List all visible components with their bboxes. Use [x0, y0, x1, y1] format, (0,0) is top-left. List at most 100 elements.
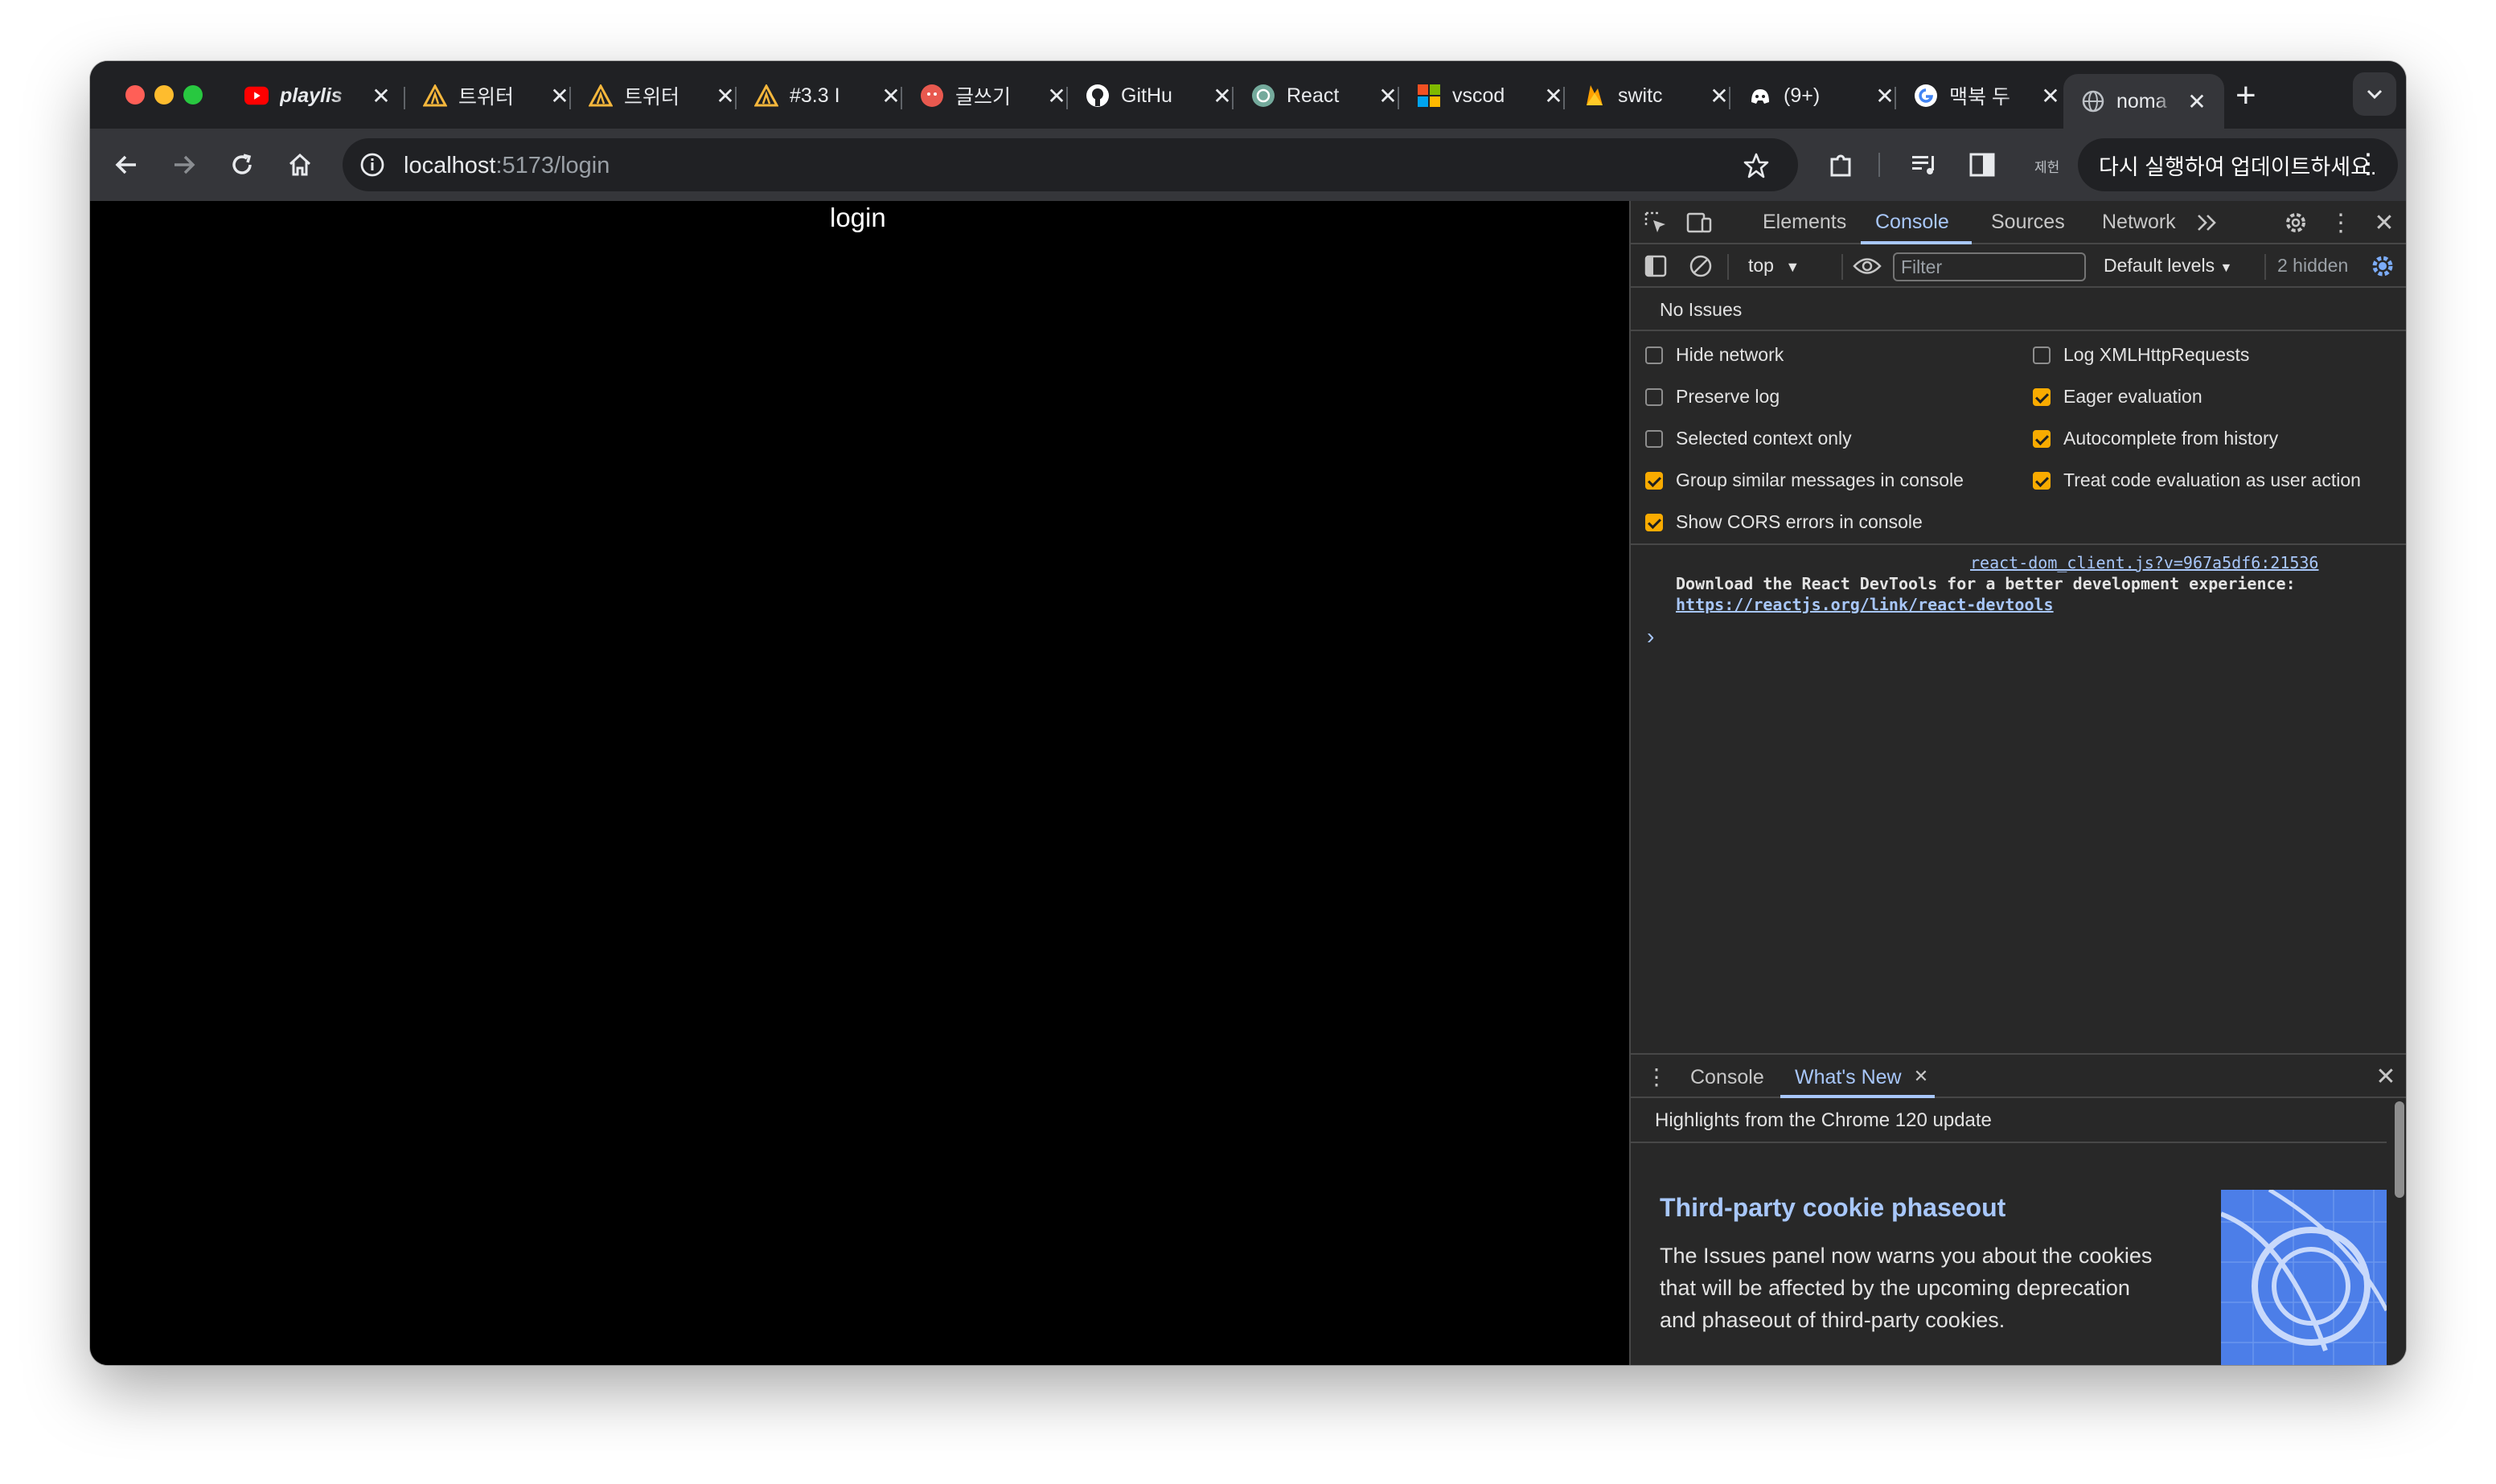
tab-sources[interactable]: Sources — [1991, 211, 2065, 234]
close-tab-icon[interactable]: ✕ — [2039, 83, 2062, 109]
new-tab-button[interactable]: + — [2235, 76, 2256, 116]
forward-button[interactable] — [164, 145, 204, 185]
console-prompt[interactable]: › — [1647, 624, 1654, 650]
side-panel-button[interactable] — [1962, 145, 2002, 185]
drawer-menu-icon[interactable]: ⋮ — [1645, 1064, 1668, 1089]
media-controls-button[interactable] — [1904, 145, 1944, 185]
close-tab-icon[interactable]: ✕ — [1874, 83, 1896, 109]
setting-eager-evaluation[interactable]: Eager evaluation — [2033, 386, 2202, 408]
close-tab-icon[interactable]: ✕ — [1708, 83, 1730, 109]
browser-tab[interactable]: 트위터 ✕ — [405, 74, 571, 117]
console-settings-gear-icon[interactable] — [2369, 252, 2396, 280]
levels-label: Default levels — [2104, 255, 2215, 276]
browser-tab[interactable]: GitHu ✕ — [1068, 74, 1234, 117]
extensions-button[interactable] — [1821, 145, 1861, 185]
eye-icon[interactable] — [1851, 252, 1883, 280]
puzzle-icon — [1830, 154, 1851, 177]
more-tabs-icon[interactable] — [2194, 209, 2221, 236]
context-selector[interactable]: top ▼ — [1748, 255, 1800, 277]
close-drawer-icon[interactable]: ✕ — [2372, 1063, 2400, 1090]
setting-preserve-log[interactable]: Preserve log — [1645, 386, 1780, 408]
device-toolbar-icon[interactable] — [1685, 209, 1713, 236]
setting-group-similar[interactable]: Group similar messages in console — [1645, 469, 1964, 491]
checkbox-checked[interactable] — [2033, 429, 2051, 448]
browser-tab[interactable]: switc ✕ — [1565, 74, 1730, 117]
browser-tab-active[interactable]: noma ✕ — [2063, 74, 2224, 129]
close-tab-icon[interactable]: ✕ — [1542, 83, 1565, 109]
article-title[interactable]: Third-party cookie phaseout — [1660, 1193, 2005, 1223]
clear-console-icon[interactable] — [1687, 252, 1714, 280]
profile-button[interactable]: 제헌 — [2034, 156, 2059, 176]
caret-down-icon: ▼ — [1785, 259, 1800, 275]
close-tab-icon[interactable]: ✕ — [548, 83, 571, 109]
browser-tab[interactable]: #3.3 I ✕ — [737, 74, 902, 117]
close-tab-icon[interactable]: ✕ — [714, 83, 737, 109]
drawer-scrollbar[interactable] — [2395, 1101, 2404, 1198]
browser-tab[interactable]: (9+) ✕ — [1730, 74, 1896, 117]
browser-tab[interactable]: 글쓰기 ✕ — [902, 74, 1068, 117]
tab-network[interactable]: Network — [2102, 211, 2176, 234]
message-link[interactable]: https://reactjs.org/link/react-devtools — [1676, 595, 2054, 614]
site-info-icon[interactable] — [357, 150, 388, 180]
checkbox-checked[interactable] — [1645, 471, 1663, 490]
minimize-window-button[interactable] — [154, 85, 174, 105]
bookmark-star-icon[interactable] — [1740, 150, 1772, 182]
update-chrome-button[interactable]: 다시 실행하여 업데이트하세요. ⋮ — [2078, 138, 2398, 191]
console-settings: Hide network Log XMLHttpRequests Preserv… — [1631, 331, 2406, 545]
more-menu-icon[interactable]: ⋮ — [2354, 148, 2382, 180]
console-filter-input[interactable] — [1893, 252, 2086, 281]
close-tab-icon[interactable]: ✕ — [1377, 83, 1399, 109]
devtools-drawer: ⋮ Console What's New ✕ ✕ Highlights from… — [1631, 1053, 2406, 1365]
browser-tab[interactable]: 맥북 두 ✕ — [1896, 74, 2062, 117]
setting-log-xhr[interactable]: Log XMLHttpRequests — [2033, 344, 2249, 366]
browser-tab[interactable]: 트위터 ✕ — [571, 74, 737, 117]
close-window-button[interactable] — [125, 85, 145, 105]
close-tab-icon[interactable]: ✕ — [1211, 83, 1234, 109]
close-drawer-tab-icon[interactable]: ✕ — [1911, 1066, 1932, 1087]
checkbox-checked[interactable] — [2033, 387, 2051, 406]
close-tab-icon[interactable]: ✕ — [1045, 83, 1068, 109]
sidebar-toggle-icon[interactable] — [1642, 252, 1669, 280]
checkbox-checked[interactable] — [2033, 471, 2051, 490]
devtools-panel: Elements Console Sources Network ⋮ ✕ top… — [1629, 201, 2406, 1365]
close-tab-icon[interactable]: ✕ — [370, 83, 392, 109]
drawer-tab-whats-new[interactable]: What's New — [1795, 1066, 1902, 1089]
back-button[interactable] — [106, 145, 146, 185]
log-levels-dropdown[interactable]: Default levels ▼ — [2104, 255, 2232, 277]
active-drawer-tab-indicator — [1780, 1095, 1935, 1098]
checkbox[interactable] — [1645, 429, 1663, 448]
setting-hide-network[interactable]: Hide network — [1645, 344, 1784, 366]
issues-label[interactable]: No Issues — [1660, 299, 1742, 321]
checkbox-checked[interactable] — [1645, 513, 1663, 531]
update-label: 다시 실행하여 업데이트하세요. — [2099, 154, 2377, 179]
close-tab-icon[interactable]: ✕ — [880, 83, 902, 109]
browser-tab[interactable]: playlis ✕ — [227, 74, 392, 117]
setting-selected-context[interactable]: Selected context only — [1645, 428, 1852, 449]
chatgpt-icon — [1251, 84, 1275, 108]
browser-tab[interactable]: React ✕ — [1234, 74, 1399, 117]
velog-icon — [920, 84, 944, 108]
tab-search-button[interactable] — [2353, 72, 2396, 116]
inspect-element-icon[interactable] — [1642, 209, 1669, 236]
setting-autocomplete-history[interactable]: Autocomplete from history — [2033, 428, 2278, 449]
checkbox[interactable] — [1645, 387, 1663, 406]
home-button[interactable] — [280, 145, 320, 185]
close-tab-icon[interactable]: ✕ — [2186, 88, 2208, 115]
browser-tab[interactable]: vscod ✕ — [1399, 74, 1565, 117]
setting-show-cors[interactable]: Show CORS errors in console — [1645, 511, 1923, 533]
globe-icon — [2081, 89, 2105, 113]
settings-gear-icon[interactable] — [2282, 209, 2309, 236]
tab-console[interactable]: Console — [1875, 211, 1949, 234]
warning-triangle-icon — [754, 84, 778, 108]
checkbox[interactable] — [2033, 346, 2051, 364]
reload-button[interactable] — [222, 145, 262, 185]
tab-elements[interactable]: Elements — [1763, 211, 1846, 234]
setting-treat-code-eval[interactable]: Treat code evaluation as user action — [2033, 469, 2361, 491]
drawer-tab-console[interactable]: Console — [1690, 1066, 1764, 1089]
zoom-window-button[interactable] — [183, 85, 203, 105]
more-options-icon[interactable]: ⋮ — [2327, 209, 2354, 236]
close-devtools-icon[interactable]: ✕ — [2371, 209, 2398, 236]
checkbox[interactable] — [1645, 346, 1663, 364]
message-source-link[interactable]: react-dom_client.js?v=967a5df6:21536 — [1970, 553, 2318, 572]
address-bar[interactable]: localhost:5173/login — [343, 138, 1798, 191]
